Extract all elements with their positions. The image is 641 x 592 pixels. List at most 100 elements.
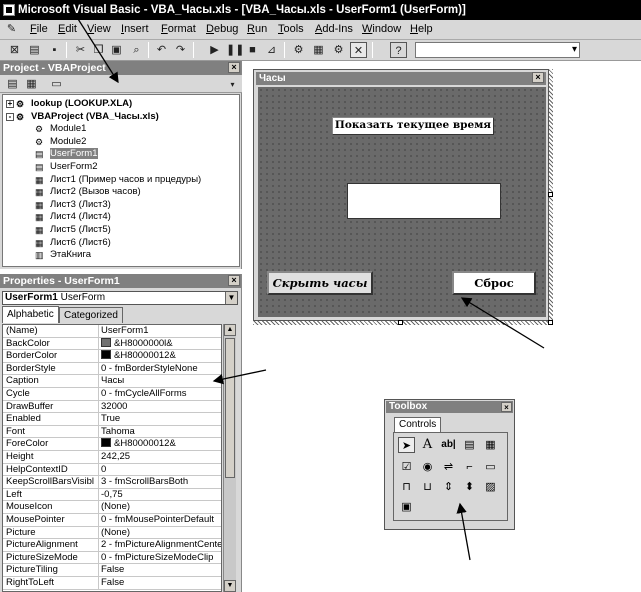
togglebutton-tool-icon[interactable]: ⇌ (440, 459, 457, 475)
menu-window[interactable]: Window (362, 23, 401, 35)
tree-item[interactable]: ⚙ Module1 (35, 123, 86, 135)
menu-view[interactable]: View (87, 23, 111, 35)
property-row[interactable]: Left -0,75 (3, 488, 221, 502)
hide-clock-button[interactable]: Скрыть часы (267, 271, 373, 295)
property-row[interactable]: (Name) UserForm1 (3, 325, 221, 338)
tabstrip-tool-icon[interactable]: ⊓ (398, 479, 415, 495)
insert-userform-icon[interactable]: ▤ (26, 42, 43, 58)
resize-handle-corner[interactable] (548, 320, 553, 325)
menu-format[interactable]: Format (161, 23, 196, 35)
tab-controls[interactable]: Controls (394, 417, 442, 432)
expand-icon[interactable]: + (6, 100, 14, 108)
tree-item[interactable]: ▦ Лист5 (Лист5) (35, 224, 111, 236)
reset-icon[interactable]: ■ (244, 42, 261, 58)
property-row[interactable]: BackColor &H8000000l& (3, 337, 221, 351)
property-row[interactable]: PictureAlignment 2 - fmPictureAlignmentCe… (3, 539, 221, 552)
optionbutton-tool-icon[interactable]: ◉ (419, 459, 436, 475)
property-value[interactable]: 0 (98, 463, 221, 476)
property-value[interactable]: False (98, 564, 221, 577)
cut-icon[interactable]: ✂ (72, 42, 89, 58)
run-icon[interactable]: ▶ (206, 42, 223, 58)
tree-item[interactable]: + ⚙ lookup (LOOKUP.XLA) (6, 98, 132, 110)
find-icon[interactable]: ⌕ (128, 42, 145, 58)
property-row[interactable]: PictureSizeMode 0 - fmPictureSizeModeClip (3, 551, 221, 565)
scroll-down-icon[interactable]: ▼ (224, 580, 236, 592)
menu-addins[interactable]: Add-Ins (315, 23, 353, 35)
save-icon[interactable]: ▪ (46, 42, 63, 58)
tree-item[interactable]: ▦ Лист6 (Лист6) (35, 237, 111, 249)
property-value[interactable]: False (98, 577, 221, 589)
property-row[interactable]: Height 242,25 (3, 451, 221, 464)
property-value[interactable]: 0 - fmCycleAllForms (98, 388, 221, 400)
tree-item[interactable]: ▤ UserForm2 (35, 161, 98, 173)
property-row[interactable]: BorderStyle 0 - fmBorderStyleNone (3, 362, 221, 376)
view-object-icon[interactable]: ▦ (23, 76, 40, 92)
form-close-icon[interactable]: × (532, 72, 544, 83)
project-dropdown-icon[interactable]: ▾ (224, 77, 241, 93)
tree-item[interactable]: ▦ Лист1 (Пример часов и прцедуры) (35, 174, 201, 186)
property-scrollbar[interactable]: ▲ ▼ (223, 324, 236, 592)
property-value[interactable]: &H80000012& (98, 350, 221, 363)
property-row[interactable]: Font Tahoma (3, 425, 221, 439)
listbox-tool-icon[interactable]: ▦ (482, 437, 499, 453)
property-row[interactable]: DrawBuffer 32000 (3, 400, 221, 414)
tree-item[interactable]: - ⚙ VBAProject (VBA_Часы.xls) (6, 111, 159, 123)
vba-menu-icon[interactable]: ✎ (3, 21, 20, 37)
image-tool-icon[interactable]: ▨ (482, 479, 499, 495)
property-row[interactable]: PictureTiling False (3, 564, 221, 577)
property-row[interactable]: Picture (None) (3, 526, 221, 540)
project-close-icon[interactable]: × (228, 62, 240, 73)
project-explorer-icon[interactable]: ⚙ (290, 42, 307, 58)
frame-tool-icon[interactable]: ⌐ (461, 459, 478, 475)
property-value[interactable]: Часы (98, 375, 221, 388)
chevron-down-icon[interactable]: ▼ (225, 292, 237, 304)
combobox-tool-icon[interactable]: ▤ (461, 437, 478, 453)
property-value[interactable]: (None) (98, 501, 221, 514)
properties-close-icon[interactable]: × (228, 275, 240, 286)
property-value[interactable]: &H8000000l& (98, 337, 221, 350)
spinbutton-tool-icon[interactable]: ⬍ (461, 479, 478, 495)
userform-grid[interactable]: Показать текущее время Скрыть часы Сброс (258, 87, 546, 317)
undo-icon[interactable]: ↶ (153, 42, 170, 58)
redo-icon[interactable]: ↷ (172, 42, 189, 58)
object-selector[interactable]: UserForm1 UserForm ▼ (2, 291, 238, 305)
menu-edit[interactable]: Edit (58, 23, 77, 35)
time-textbox[interactable] (347, 183, 501, 219)
property-row[interactable]: HelpContextID 0 (3, 463, 221, 477)
textbox-tool-icon[interactable]: ab| (440, 437, 457, 453)
property-row[interactable]: Cycle 0 - fmCycleAllForms (3, 388, 221, 401)
property-value[interactable]: Tahoma (98, 425, 221, 438)
resize-handle-right[interactable] (548, 192, 553, 197)
design-mode-icon[interactable]: ⊿ (263, 42, 280, 58)
tree-item[interactable]: ▤ UserForm1 (35, 148, 98, 160)
property-row[interactable]: BorderColor &H80000012& (3, 350, 221, 363)
property-row[interactable]: RightToLeft False (3, 577, 221, 590)
property-value[interactable]: 0 - fmPictureSizeModeClip (98, 551, 221, 564)
menu-help[interactable]: Help (410, 23, 433, 35)
property-value[interactable]: 0 - fmBorderStyleNone (98, 362, 221, 375)
break-icon[interactable]: ❚❚ (226, 42, 244, 58)
pointer-icon[interactable]: ➤ (398, 437, 415, 453)
view-excel-icon[interactable]: ⊠ (6, 42, 23, 58)
property-value[interactable]: 32000 (98, 400, 221, 413)
property-value[interactable]: (None) (98, 526, 221, 539)
property-row[interactable]: MouseIcon (None) (3, 501, 221, 514)
position-combo[interactable] (415, 42, 580, 58)
tree-item[interactable]: ▥ ЭтаКнига (35, 249, 91, 261)
refedit-tool-icon[interactable]: ▣ (398, 499, 415, 515)
scroll-up-icon[interactable]: ▲ (224, 324, 236, 336)
reset-button[interactable]: Сброс (452, 271, 536, 295)
property-row[interactable]: ForeColor &H80000012& (3, 438, 221, 451)
toolbox-close-icon[interactable]: × (501, 402, 512, 412)
property-value[interactable]: True (98, 413, 221, 426)
scroll-thumb[interactable] (225, 338, 235, 478)
userform-window[interactable]: Часы × Показать текущее время Скрыть час… (253, 69, 549, 321)
property-row[interactable]: MousePointer 0 - fmMousePointerDefault (3, 514, 221, 527)
property-value[interactable]: 3 - fmScrollBarsBoth (98, 476, 221, 489)
tree-item[interactable]: ⚙ Module2 (35, 136, 86, 148)
property-value[interactable]: UserForm1 (98, 325, 221, 337)
property-row[interactable]: Caption Часы (3, 375, 221, 388)
property-value[interactable]: 2 - fmPictureAlignmentCente (98, 539, 221, 552)
property-value[interactable]: &H80000012& (98, 438, 221, 451)
property-row[interactable]: KeepScrollBarsVisible 3 - fmScrollBarsBot… (3, 476, 221, 489)
